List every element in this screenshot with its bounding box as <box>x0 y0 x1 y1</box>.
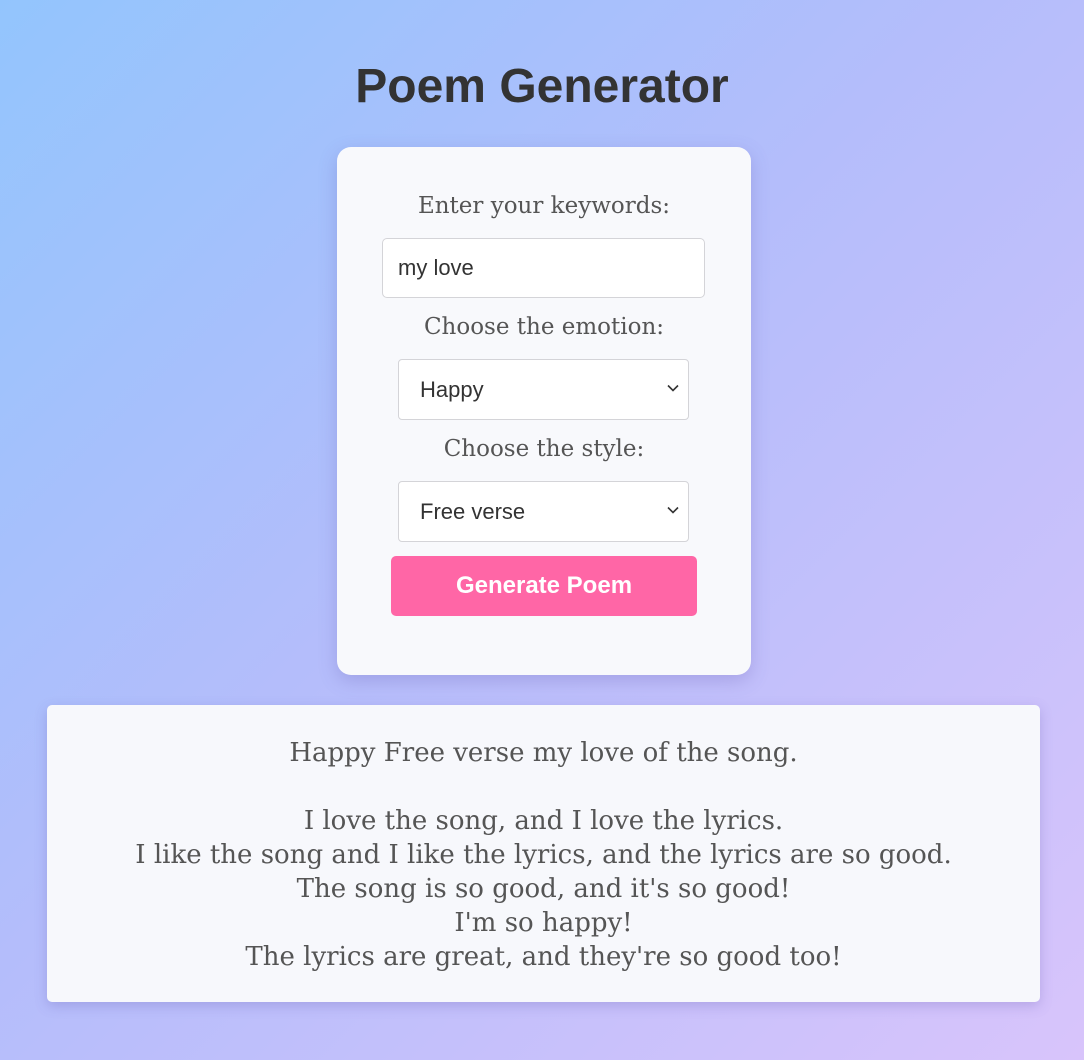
poem-output: Happy Free verse my love of the song. I … <box>47 705 1040 1002</box>
poem-form-card: Enter your keywords: Choose the emotion:… <box>337 147 751 675</box>
poem-line: I'm so happy! <box>454 908 633 938</box>
style-select[interactable]: Free verse <box>398 481 689 542</box>
emotion-select-value: Happy <box>420 377 484 402</box>
generate-poem-button[interactable]: Generate Poem <box>391 556 697 616</box>
emotion-label: Choose the emotion: <box>423 314 665 340</box>
poem-title-line: Happy Free verse my love of the song. <box>289 738 798 768</box>
chevron-down-icon <box>667 506 679 514</box>
poem-stanza-gap <box>47 770 1040 804</box>
chevron-down-icon <box>667 384 679 392</box>
poem-line: The song is so good, and it's so good! <box>296 874 791 904</box>
poem-line: I like the song and I like the lyrics, a… <box>135 840 952 870</box>
keywords-label: Enter your keywords: <box>417 193 671 219</box>
emotion-select[interactable]: Happy <box>398 359 689 420</box>
style-select-value: Free verse <box>420 499 526 524</box>
poem-line: I love the song, and I love the lyrics. <box>303 806 784 836</box>
keywords-input[interactable] <box>382 238 705 298</box>
poem-line: The lyrics are great, and they're so goo… <box>245 942 842 972</box>
page-title: Poem Generator <box>355 60 729 113</box>
style-label: Choose the style: <box>443 436 645 462</box>
